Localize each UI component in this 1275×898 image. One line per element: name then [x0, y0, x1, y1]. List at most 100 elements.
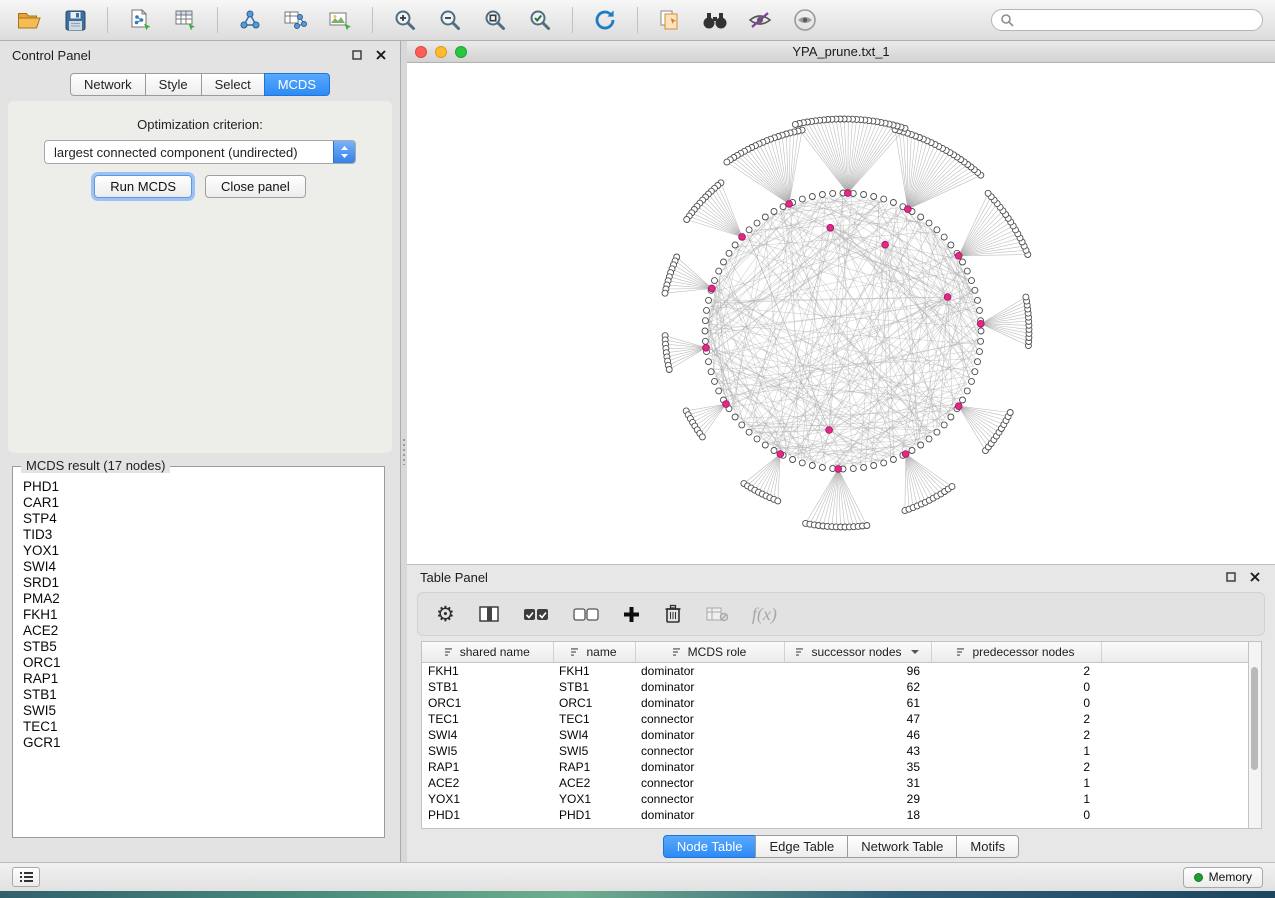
mcds-result-item[interactable]: YOX1: [23, 543, 374, 559]
tab-node-table[interactable]: Node Table: [663, 835, 757, 858]
zoom-out-icon: [438, 8, 462, 32]
mcds-result-item[interactable]: STP4: [23, 511, 374, 527]
save-session-button[interactable]: [57, 4, 93, 36]
table-row[interactable]: PHD1PHD1dominator180: [422, 807, 1249, 823]
dropdown-stepper-icon: [333, 141, 355, 163]
close-control-panel-button[interactable]: [374, 48, 388, 62]
close-panel-button[interactable]: Close panel: [205, 175, 306, 198]
column-sort-icon: [571, 647, 581, 657]
mcds-result-item[interactable]: STB1: [23, 687, 374, 703]
table-scrollbar[interactable]: [1249, 641, 1262, 829]
import-network-button[interactable]: [122, 4, 158, 36]
search-box[interactable]: [991, 9, 1263, 31]
zoom-fit-icon: [483, 8, 507, 32]
import-table-button[interactable]: [167, 4, 203, 36]
new-network-button[interactable]: [232, 4, 268, 36]
scrollbar-thumb[interactable]: [1251, 667, 1258, 770]
float-table-panel-button[interactable]: [1224, 570, 1238, 584]
column-header-shared-name[interactable]: shared name: [422, 642, 553, 663]
criterion-value: largest connected component (undirected): [45, 145, 333, 160]
show-all-button[interactable]: [787, 4, 823, 36]
zoom-in-button[interactable]: [387, 4, 423, 36]
export-image-button[interactable]: [322, 4, 358, 36]
mcds-result-item[interactable]: SRD1: [23, 575, 374, 591]
mcds-result-item[interactable]: RAP1: [23, 671, 374, 687]
table-row[interactable]: RAP1RAP1dominator352: [422, 759, 1249, 775]
table-row[interactable]: SWI4SWI4dominator462: [422, 727, 1249, 743]
table-row[interactable]: SWI5SWI5connector431: [422, 743, 1249, 759]
zoom-selected-button[interactable]: [522, 4, 558, 36]
table-row[interactable]: FKH1FKH1dominator962: [422, 663, 1249, 680]
toolbar-separator: [372, 7, 373, 33]
select-all-button[interactable]: [523, 608, 549, 621]
gear-icon: ⚙︎: [436, 604, 455, 625]
close-table-panel-button[interactable]: [1248, 570, 1262, 584]
search-network-button[interactable]: [697, 4, 733, 36]
control-panel-title: Control Panel: [12, 48, 91, 63]
import-network-icon: [128, 9, 152, 31]
table-row[interactable]: ACE2ACE2connector311: [422, 775, 1249, 791]
criterion-dropdown[interactable]: largest connected component (undirected): [44, 140, 356, 164]
mcds-result-item[interactable]: STB5: [23, 639, 374, 655]
open-folder-icon: [17, 10, 43, 30]
mcds-result-item[interactable]: TID3: [23, 527, 374, 543]
refresh-icon: [593, 8, 617, 32]
tab-network-table[interactable]: Network Table: [847, 835, 957, 858]
plus-icon: [623, 606, 640, 623]
mcds-result-title: MCDS result (17 nodes): [21, 458, 170, 473]
mcds-result-item[interactable]: CAR1: [23, 495, 374, 511]
task-history-button[interactable]: [12, 867, 40, 887]
tab-edge-table[interactable]: Edge Table: [755, 835, 848, 858]
tab-motifs[interactable]: Motifs: [956, 835, 1019, 858]
copy-document-button[interactable]: [652, 4, 688, 36]
show-columns-button[interactable]: [479, 606, 499, 622]
mcds-result-item[interactable]: ACE2: [23, 623, 374, 639]
mcds-result-item[interactable]: FKH1: [23, 607, 374, 623]
node-table: shared namenameMCDS rolesuccessor nodesp…: [422, 642, 1249, 823]
status-bar: Memory: [0, 862, 1275, 891]
fx-icon: f(x): [752, 604, 777, 625]
mcds-result-item[interactable]: ORC1: [23, 655, 374, 671]
search-input[interactable]: [1019, 12, 1254, 28]
refresh-view-button[interactable]: [587, 4, 623, 36]
mcds-result-item[interactable]: SWI4: [23, 559, 374, 575]
column-header-name[interactable]: name: [553, 642, 635, 663]
tab-select[interactable]: Select: [201, 73, 265, 96]
open-file-button[interactable]: [12, 4, 48, 36]
close-icon: [1250, 572, 1260, 582]
hide-selected-button[interactable]: [742, 4, 778, 36]
tab-style[interactable]: Style: [145, 73, 202, 96]
mcds-result-item[interactable]: PMA2: [23, 591, 374, 607]
run-mcds-button[interactable]: Run MCDS: [94, 175, 192, 198]
network-from-table-button[interactable]: [277, 4, 313, 36]
table-row[interactable]: YOX1YOX1connector291: [422, 791, 1249, 807]
mcds-result-item[interactable]: PHD1: [23, 479, 374, 495]
column-header-predecessor-nodes[interactable]: predecessor nodes: [931, 642, 1101, 663]
deselect-all-button[interactable]: [573, 608, 599, 621]
mcds-result-item[interactable]: GCR1: [23, 735, 374, 751]
table-row[interactable]: STB1STB1dominator620: [422, 679, 1249, 695]
toolbar-separator: [637, 7, 638, 33]
close-icon: [376, 50, 386, 60]
column-header-MCDS-role[interactable]: MCDS role: [635, 642, 784, 663]
column-header-successor-nodes[interactable]: successor nodes: [784, 642, 931, 663]
node-table-container: shared namenameMCDS rolesuccessor nodesp…: [421, 641, 1249, 829]
table-settings-button[interactable]: ⚙︎: [436, 604, 455, 625]
float-window-icon: [352, 50, 362, 60]
tab-network[interactable]: Network: [70, 73, 146, 96]
memory-button[interactable]: Memory: [1183, 867, 1263, 888]
zoom-out-button[interactable]: [432, 4, 468, 36]
table-network-icon: [283, 9, 307, 31]
delete-column-button[interactable]: [664, 604, 682, 624]
tab-mcds[interactable]: MCDS: [264, 73, 330, 96]
table-row[interactable]: ORC1ORC1dominator610: [422, 695, 1249, 711]
zoom-fit-button[interactable]: [477, 4, 513, 36]
cytoscape-window: Control Panel NetworkStyleSelectMCDS Opt…: [0, 0, 1275, 898]
float-panel-button[interactable]: [350, 48, 364, 62]
mcds-result-item[interactable]: SWI5: [23, 703, 374, 719]
create-column-button[interactable]: [623, 606, 640, 623]
network-canvas[interactable]: [407, 63, 1275, 564]
mcds-result-item[interactable]: TEC1: [23, 719, 374, 735]
export-image-icon: [328, 9, 352, 31]
table-row[interactable]: TEC1TEC1connector472: [422, 711, 1249, 727]
